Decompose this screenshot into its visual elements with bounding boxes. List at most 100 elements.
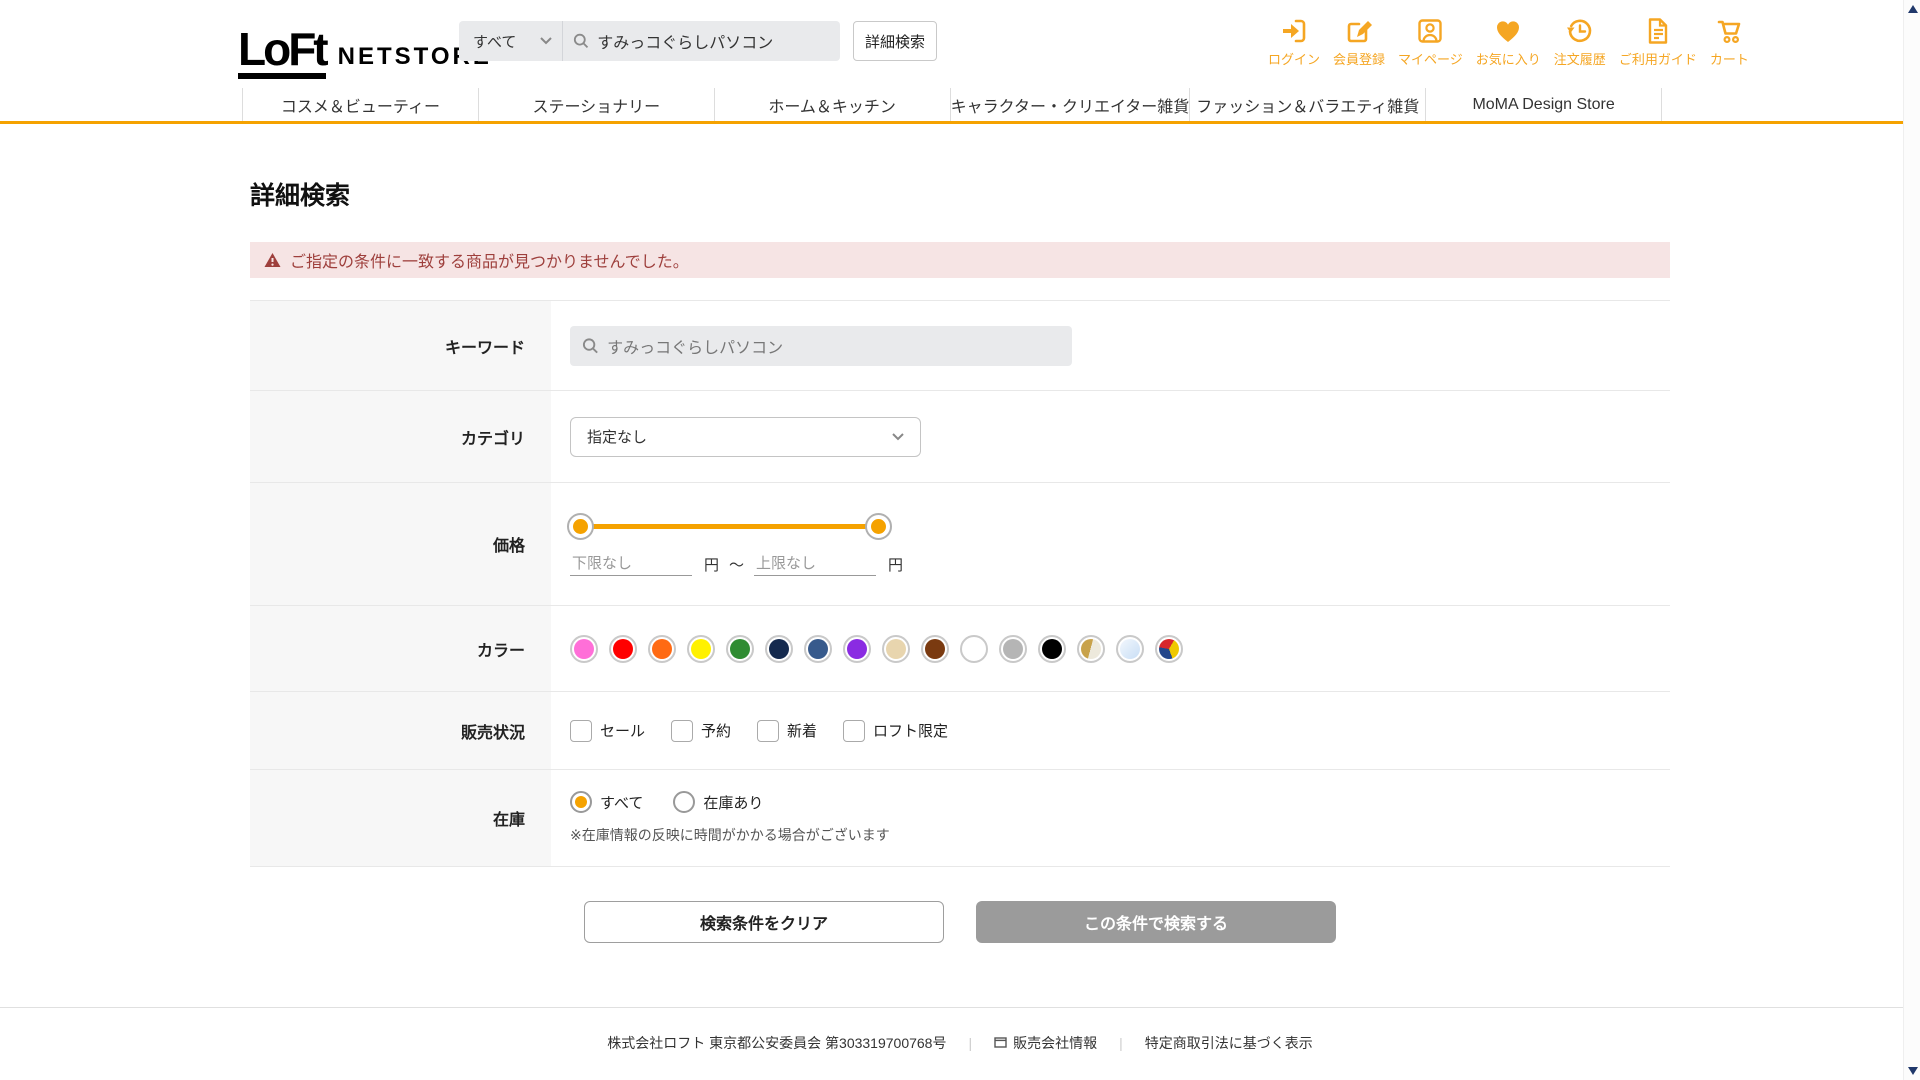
order-history-link[interactable]: 注文履歴 [1554, 16, 1606, 68]
footer-link-transactions-law-label: 特定商取引法に基づく表示 [1145, 1033, 1313, 1053]
scrollbar-up-arrow[interactable] [1908, 5, 1918, 13]
color-swatch-orange[interactable] [648, 635, 676, 663]
color-swatch-brown[interactable] [921, 635, 949, 663]
form-actions: 検索条件をクリア この条件で検索する [250, 901, 1670, 943]
keyword-row: キーワード [250, 301, 1670, 391]
checkbox-preorder-label: 予約 [701, 720, 731, 741]
stock-label: 在庫 [250, 770, 551, 866]
advanced-search-button[interactable]: 詳細検索 [853, 21, 937, 61]
sale-status-row: 販売状況 セール 予約 新着 [250, 692, 1670, 770]
radio-stock-all-circle[interactable] [570, 791, 592, 813]
register-label: 会員登録 [1333, 49, 1385, 68]
checkbox-loft-exclusive-box[interactable] [843, 720, 865, 742]
checkbox-new-label: 新着 [787, 720, 817, 741]
heart-icon [1493, 16, 1523, 46]
color-swatch-blue[interactable] [804, 635, 832, 663]
checkbox-sale[interactable]: セール [570, 720, 645, 742]
price-min-input[interactable] [570, 552, 692, 576]
price-slider-min-handle[interactable] [567, 513, 594, 540]
price-separator: ～ [729, 554, 744, 575]
cart-label: カート [1710, 49, 1749, 68]
footer-company-text: 株式会社ロフト 東京都公安委員会 第303319700768号 [607, 1033, 946, 1053]
color-swatch-clear[interactable] [1116, 635, 1144, 663]
error-message: ご指定の条件に一致する商品が見つかりませんでした。 [290, 248, 689, 272]
nav-item-stationery[interactable]: ステーショナリー [478, 88, 714, 121]
color-swatch-green[interactable] [726, 635, 754, 663]
chevron-down-icon [540, 37, 552, 45]
checkbox-sale-box[interactable] [570, 720, 592, 742]
search-category-value: すべて [473, 31, 516, 52]
nav-item-fashion-variety[interactable]: ファッション＆バラエティ雑貨 [1189, 88, 1425, 121]
clear-conditions-button[interactable]: 検索条件をクリア [584, 901, 944, 943]
price-row: 価格 円 ～ 円 [250, 483, 1670, 606]
radio-stock-all-label: すべて [600, 792, 643, 813]
category-value: 指定なし [587, 426, 647, 447]
login-link[interactable]: ログイン [1268, 16, 1320, 68]
order-history-label: 注文履歴 [1554, 49, 1606, 68]
header: LoFt NETSTORE すべて 詳細検索 ログイン [0, 0, 1920, 124]
checkbox-loft-exclusive[interactable]: ロフト限定 [843, 720, 948, 742]
keyword-label: キーワード [250, 301, 551, 390]
color-swatch-gold[interactable] [1077, 635, 1105, 663]
color-swatch-gray[interactable] [999, 635, 1027, 663]
radio-in-stock[interactable]: 在庫あり [673, 791, 763, 813]
search-with-conditions-button[interactable]: この条件で検索する [976, 901, 1336, 943]
price-label: 価格 [250, 483, 551, 605]
price-max-input[interactable] [754, 552, 876, 576]
category-select[interactable]: 指定なし [570, 417, 921, 457]
color-swatch-yellow[interactable] [687, 635, 715, 663]
color-swatch-white[interactable] [960, 635, 988, 663]
cart-icon [1714, 16, 1744, 46]
chevron-down-icon [892, 433, 904, 441]
nav-item-character-goods[interactable]: キャラクター・クリエイター雑貨 [950, 88, 1190, 121]
scrollbar-down-arrow[interactable] [1908, 1067, 1918, 1075]
color-swatch-beige[interactable] [882, 635, 910, 663]
loft-logo[interactable]: LoFt NETSTORE [238, 26, 492, 79]
price-slider-track[interactable] [578, 524, 878, 529]
keyword-input[interactable] [607, 337, 1060, 355]
color-label: カラー [250, 606, 551, 691]
radio-stock-all[interactable]: すべて [570, 791, 643, 813]
main-nav: コスメ＆ビューティー ステーショナリー ホーム＆キッチン キャラクター・クリエイ… [242, 88, 1662, 121]
color-swatch-navy[interactable] [765, 635, 793, 663]
header-search-group: すべて [459, 21, 840, 61]
checkbox-preorder-box[interactable] [671, 720, 693, 742]
nav-item-home-kitchen[interactable]: ホーム＆キッチン [714, 88, 950, 121]
color-swatch-black[interactable] [1038, 635, 1066, 663]
mypage-icon [1415, 16, 1445, 46]
footer-link-transactions-law[interactable]: 特定商取引法に基づく表示 [1145, 1033, 1313, 1053]
favorites-link[interactable]: お気に入り [1476, 16, 1541, 68]
price-slider-max-handle[interactable] [865, 513, 892, 540]
footer-link-seller-info[interactable]: 販売会社情報 [994, 1033, 1097, 1053]
price-unit-max: 円 [888, 554, 903, 575]
favorites-label: お気に入り [1476, 49, 1541, 68]
cart-link[interactable]: カート [1710, 16, 1749, 68]
header-quick-links: ログイン 会員登録 マイページ お気に入り [1268, 16, 1749, 68]
nav-item-moma[interactable]: MoMA Design Store [1425, 88, 1662, 121]
color-swatch-red[interactable] [609, 635, 637, 663]
main-content: 詳細検索 ご指定の条件に一致する商品が見つかりませんでした。 キーワード [250, 176, 1670, 943]
sale-status-label: 販売状況 [250, 692, 551, 769]
header-search-box [563, 32, 840, 50]
color-swatch-multicolor[interactable] [1155, 635, 1183, 663]
radio-in-stock-circle[interactable] [673, 791, 695, 813]
register-link[interactable]: 会員登録 [1333, 16, 1385, 68]
header-search-input[interactable] [597, 32, 830, 50]
history-icon [1565, 16, 1595, 46]
checkbox-new-box[interactable] [757, 720, 779, 742]
category-row: カテゴリ 指定なし [250, 391, 1670, 483]
checkbox-preorder[interactable]: 予約 [671, 720, 731, 742]
radio-in-stock-label: 在庫あり [703, 792, 763, 813]
nav-item-cosmetics[interactable]: コスメ＆ビューティー [242, 88, 478, 121]
color-swatch-purple[interactable] [843, 635, 871, 663]
price-range-slider [570, 512, 886, 540]
checkbox-new[interactable]: 新着 [757, 720, 817, 742]
guide-link[interactable]: ご利用ガイド [1619, 16, 1697, 68]
color-swatch-list [570, 635, 1183, 663]
search-category-select[interactable]: すべて [459, 21, 563, 61]
color-swatch-pink[interactable] [570, 635, 598, 663]
scrollbar[interactable] [1903, 0, 1920, 1080]
stock-note: ※在庫情報の反映に時間がかかる場合がございます [570, 825, 890, 845]
price-unit-min: 円 [704, 554, 719, 575]
mypage-link[interactable]: マイページ [1398, 16, 1463, 68]
